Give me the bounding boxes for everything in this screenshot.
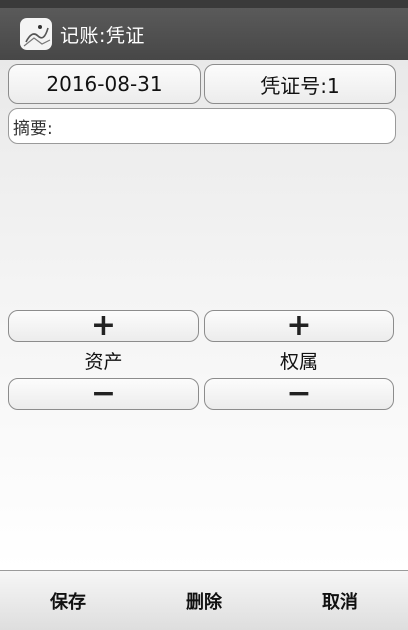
- voucher-form: 2016-08-31 凭证号:1 摘要: + + 资产 权属 − −: [0, 60, 408, 570]
- remove-equity-button[interactable]: −: [204, 378, 394, 410]
- summary-field[interactable]: 摘要:: [8, 108, 396, 144]
- delete-button[interactable]: 删除: [136, 571, 272, 630]
- asset-label: 资产: [84, 350, 123, 373]
- minus-icon: −: [286, 376, 312, 411]
- plus-icon: +: [286, 308, 312, 343]
- title-bar: 记账:凭证: [0, 8, 408, 60]
- window-title: 记账:凭证: [60, 24, 145, 47]
- bottom-toolbar: 保存 删除 取消: [0, 570, 408, 630]
- summary-label: 摘要:: [13, 118, 53, 139]
- app-logo-icon: [20, 18, 52, 50]
- save-button[interactable]: 保存: [0, 571, 136, 630]
- minus-icon: −: [90, 376, 117, 411]
- status-bar: [0, 0, 408, 8]
- voucher-number-button[interactable]: 凭证号:1: [204, 64, 396, 104]
- plus-icon: +: [90, 308, 117, 343]
- equity-label: 权属: [279, 350, 318, 373]
- cancel-button[interactable]: 取消: [272, 571, 408, 630]
- remove-asset-button[interactable]: −: [8, 378, 199, 410]
- date-button[interactable]: 2016-08-31: [8, 64, 201, 104]
- add-equity-button[interactable]: +: [204, 310, 394, 342]
- add-asset-button[interactable]: +: [8, 310, 199, 342]
